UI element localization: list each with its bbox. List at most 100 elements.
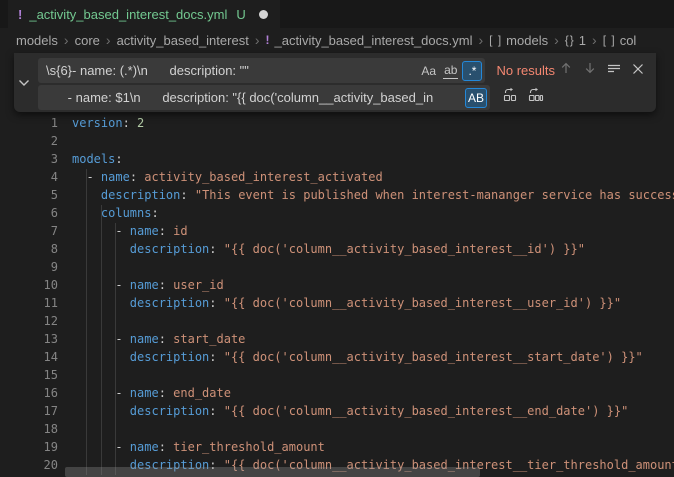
- line-number[interactable]: 2: [0, 132, 58, 150]
- breadcrumb: models › core › activity_based_interest ›! _ac…: [0, 28, 674, 52]
- code-line[interactable]: 12: [0, 312, 674, 330]
- breadcrumb-separator-icon: ›: [552, 32, 561, 48]
- code-text: - name: tier_threshold_amount: [72, 438, 325, 456]
- find-replace-widget: \s{6}- name: (.*)\n description: "" Aa a…: [14, 53, 656, 112]
- yaml-file-icon: !: [18, 7, 22, 22]
- modified-dot-icon[interactable]: [259, 10, 268, 19]
- code-line[interactable]: 3 models:: [0, 150, 674, 168]
- breadcrumb-separator-icon: ›: [104, 32, 113, 48]
- match-case-toggle[interactable]: Aa: [418, 61, 439, 81]
- replace-button[interactable]: [499, 87, 520, 108]
- breadcrumb-separator-icon: ›: [476, 32, 485, 48]
- chevron-down-icon: [18, 74, 30, 92]
- tab-bar: ! _activity_based_interest_docs.yml U: [0, 0, 674, 28]
- close-icon: [632, 62, 644, 80]
- code-line[interactable]: 10 - name: user_id: [0, 276, 674, 294]
- horizontal-scrollbar-thumb[interactable]: [65, 467, 480, 477]
- line-number[interactable]: 3: [0, 150, 58, 168]
- selection-lines-icon: [607, 61, 621, 80]
- breadcrumb-item-col[interactable]: [ ] col: [603, 33, 637, 48]
- line-number[interactable]: 12: [0, 312, 58, 330]
- preserve-case-toggle[interactable]: AB: [465, 88, 487, 108]
- replace-all-icon: [528, 87, 544, 108]
- code-line[interactable]: 14 description: "{{ doc('column__activit…: [0, 348, 674, 366]
- code-line[interactable]: 1 version: 2: [0, 114, 674, 132]
- breadcrumb-label: activity_based_interest: [117, 33, 249, 48]
- line-number[interactable]: 5: [0, 186, 58, 204]
- toggle-replace-button[interactable]: [14, 53, 34, 112]
- regex-toggle[interactable]: .*: [462, 61, 482, 81]
- code-text: - name: activity_based_interest_activate…: [72, 168, 383, 186]
- breadcrumb-item-models[interactable]: [ ]models: [489, 33, 548, 48]
- code-text: description: "{{ doc('column__activity_b…: [72, 294, 621, 312]
- breadcrumb-item--activity-based-interest-docs-yml[interactable]: ! _activity_based_interest_docs.yml: [265, 33, 472, 48]
- breadcrumb-item-1[interactable]: {}1: [565, 33, 586, 48]
- tab-activity-based-interest-docs[interactable]: ! _activity_based_interest_docs.yml U: [8, 0, 280, 28]
- code-line[interactable]: 5 description: "This event is published …: [0, 186, 674, 204]
- replace-input[interactable]: - name: $1\n description: "{{ doc('colum…: [38, 85, 490, 110]
- code-line[interactable]: 16 - name: end_date: [0, 384, 674, 402]
- code-text: - name: id: [72, 222, 188, 240]
- line-number[interactable]: 10: [0, 276, 58, 294]
- code-line[interactable]: 4 - name: activity_based_interest_activa…: [0, 168, 674, 186]
- line-number[interactable]: 7: [0, 222, 58, 240]
- code-line[interactable]: 18: [0, 420, 674, 438]
- code-line[interactable]: 9: [0, 258, 674, 276]
- git-status-badge: U: [236, 7, 245, 22]
- code-text: description: "{{ doc('column__activity_b…: [72, 240, 585, 258]
- breadcrumb-label: col: [620, 33, 637, 48]
- breadcrumb-item-models[interactable]: models: [16, 33, 58, 48]
- breadcrumb-separator-icon: ›: [62, 32, 71, 48]
- code-line[interactable]: 8 description: "{{ doc('column__activity…: [0, 240, 674, 258]
- array-symbol-icon: [ ]: [603, 33, 616, 47]
- breadcrumb-item-core[interactable]: core: [75, 33, 100, 48]
- line-number[interactable]: 13: [0, 330, 58, 348]
- line-number[interactable]: 16: [0, 384, 58, 402]
- line-number[interactable]: 17: [0, 402, 58, 420]
- find-in-selection-button[interactable]: [603, 60, 624, 81]
- replace-icon: [502, 87, 518, 108]
- line-number[interactable]: 14: [0, 348, 58, 366]
- code-text: - name: user_id: [72, 276, 224, 294]
- code-line[interactable]: 17 description: "{{ doc('column__activit…: [0, 402, 674, 420]
- line-number[interactable]: 20: [0, 456, 58, 474]
- line-number[interactable]: 9: [0, 258, 58, 276]
- code-line[interactable]: 2: [0, 132, 674, 150]
- code-line[interactable]: 7 - name: id: [0, 222, 674, 240]
- breadcrumb-item-activity-based-interest[interactable]: activity_based_interest: [117, 33, 249, 48]
- find-input[interactable]: \s{6}- name: (.*)\n description: "" Aa a…: [38, 58, 485, 83]
- line-number[interactable]: 8: [0, 240, 58, 258]
- code-line[interactable]: 19 - name: tier_threshold_amount: [0, 438, 674, 456]
- line-number[interactable]: 6: [0, 204, 58, 222]
- code-text: columns:: [72, 204, 159, 222]
- yaml-symbol-icon: !: [265, 33, 270, 47]
- editor-content[interactable]: 1version: 223models:4 - name: activity_b…: [0, 114, 674, 474]
- replace-all-button[interactable]: [525, 87, 546, 108]
- code-text: - name: end_date: [72, 384, 231, 402]
- code-line[interactable]: 13 - name: start_date: [0, 330, 674, 348]
- line-number[interactable]: 19: [0, 438, 58, 456]
- line-number[interactable]: 11: [0, 294, 58, 312]
- breadcrumb-label: core: [75, 33, 100, 48]
- code-text: models:: [72, 150, 123, 168]
- line-number[interactable]: 15: [0, 366, 58, 384]
- close-find-button[interactable]: [627, 60, 648, 81]
- breadcrumb-separator-icon: ›: [590, 32, 599, 48]
- arrow-up-icon: [559, 61, 573, 80]
- next-match-button[interactable]: [579, 60, 600, 81]
- line-number[interactable]: 4: [0, 168, 58, 186]
- find-results-status: No results: [496, 63, 555, 78]
- vscode-window: ! _activity_based_interest_docs.yml U mo…: [0, 0, 674, 477]
- line-number[interactable]: 1: [0, 114, 58, 132]
- code-line[interactable]: 15: [0, 366, 674, 384]
- code-line[interactable]: 11 description: "{{ doc('column__activit…: [0, 294, 674, 312]
- whole-word-toggle[interactable]: ab: [440, 61, 461, 81]
- breadcrumb-label: _activity_based_interest_docs.yml: [274, 33, 472, 48]
- code-text: description: "This event is published wh…: [72, 186, 674, 204]
- code-line[interactable]: 6 columns:: [0, 204, 674, 222]
- array-symbol-icon: [ ]: [489, 33, 502, 47]
- object-symbol-icon: {}: [565, 33, 575, 47]
- previous-match-button[interactable]: [555, 60, 576, 81]
- line-number[interactable]: 18: [0, 420, 58, 438]
- code-text: version: 2: [72, 114, 144, 132]
